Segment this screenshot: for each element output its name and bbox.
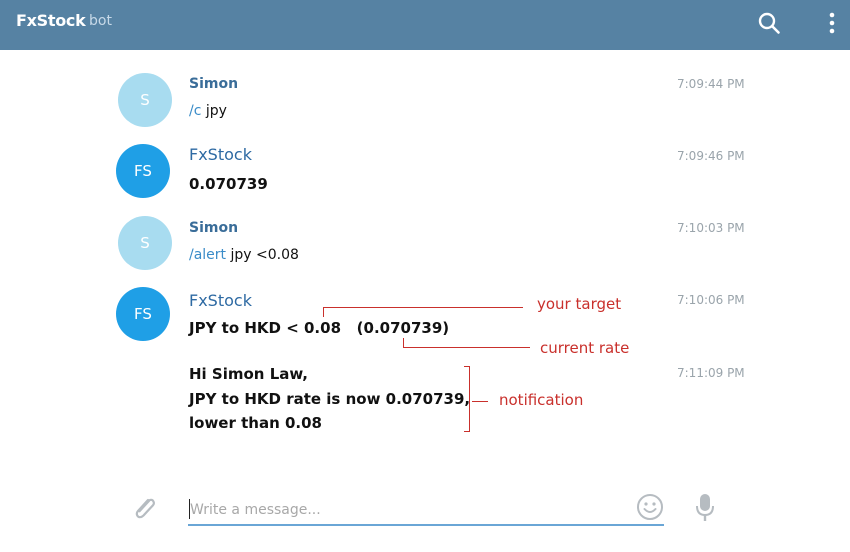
message-text: /alert jpy <0.08 [189,247,299,263]
message-time: 7:10:06 PM [677,293,745,307]
annotation-bracket-bottom [464,431,470,432]
chat-subtitle: bot [89,13,112,29]
more-vertical-icon[interactable] [824,11,840,35]
chat-header: FxStock bot [0,0,850,50]
avatar[interactable]: FS [116,287,170,341]
message-text: 0.070739 [189,175,268,193]
paperclip-icon[interactable] [128,492,160,524]
message-time: 7:09:44 PM [677,77,745,91]
annotation-notification: notification [499,391,584,409]
annotation-your-target: your target [537,295,622,313]
message-body: jpy [201,103,227,119]
chat-title[interactable]: FxStock [16,11,86,30]
emoji-icon[interactable] [636,493,664,521]
command-link[interactable]: /alert [189,247,226,263]
annotation-current-rate: current rate [540,339,630,357]
annotation-bracket [469,366,470,432]
message-body: jpy <0.08 [226,247,299,263]
message-line: JPY to HKD rate is now 0.070739, [189,389,471,408]
message-text: /c jpy [189,103,227,119]
message-line: lower than 0.08 [189,414,322,432]
message-sender[interactable]: Simon [189,76,238,92]
text-caret [189,499,190,519]
avatar[interactable]: S [118,216,172,270]
message-line: Hi Simon Law, [189,365,308,383]
annotation-line [323,307,523,308]
message-input[interactable] [188,496,664,526]
annotation-line [472,401,488,402]
message-sender[interactable]: FxStock [189,145,252,164]
message-time: 7:09:46 PM [677,149,745,163]
command-link[interactable]: /c [189,103,201,119]
message-text: JPY to HKD < 0.08 (0.070739) [189,319,450,337]
annotation-line [403,347,530,348]
avatar[interactable]: FS [116,144,170,198]
search-icon[interactable] [757,11,781,35]
message-time: 7:10:03 PM [677,221,745,235]
notification-message: Hi Simon Law, JPY to HKD rate is now 0.0… [189,362,470,436]
avatar[interactable]: S [118,73,172,127]
message-sender[interactable]: FxStock [189,291,252,310]
message-time: 7:11:09 PM [677,366,745,380]
microphone-icon[interactable] [694,492,716,524]
annotation-tick [323,307,324,317]
message-sender[interactable]: Simon [189,220,238,236]
